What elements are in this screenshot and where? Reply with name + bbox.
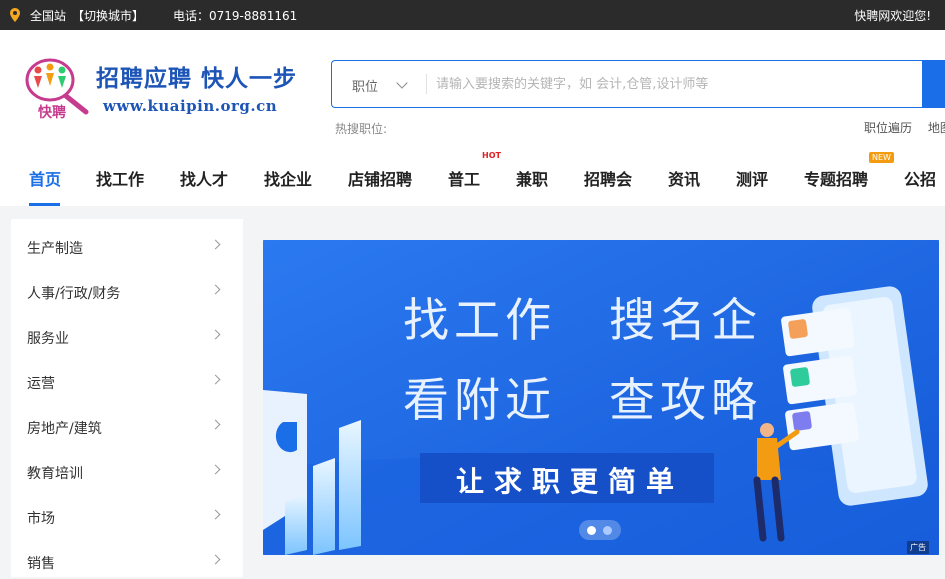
nav-active-indicator — [29, 203, 60, 206]
logo[interactable]: 快聘 — [24, 56, 90, 124]
brand-name: 招聘应聘 快人一步 — [96, 66, 298, 92]
category-label: 销售 — [27, 556, 55, 572]
chevron-right-icon — [210, 464, 221, 475]
main-nav: 首页 找工作 找人才 找企业 店铺招聘 普工 HOT 兼职 招聘会 资讯 测评 … — [0, 151, 945, 206]
nav-special-recruit[interactable]: 专题招聘 — [804, 166, 868, 190]
category-label: 市场 — [27, 511, 55, 527]
category-label: 生产制造 — [27, 241, 83, 257]
ad-label: 广告 — [907, 541, 929, 554]
category-item[interactable]: 销售 — [11, 534, 243, 579]
nav-public-recruit[interactable]: 公招 — [904, 166, 936, 190]
banner-line-guide: 查攻略 — [609, 373, 762, 427]
banner-line-find-job: 找工作 — [403, 293, 556, 347]
search-button[interactable] — [922, 60, 945, 108]
hot-search-label: 热搜职位: — [335, 122, 388, 136]
nav-store-recruit[interactable]: 店铺招聘 — [348, 166, 412, 190]
nav-part-time[interactable]: 兼职 — [516, 166, 548, 190]
carousel-dot-active[interactable] — [587, 526, 596, 535]
category-label: 房地产/建筑 — [27, 421, 102, 437]
brand-url: www.kuaipin.org.cn — [103, 97, 278, 115]
hot-badge: HOT — [482, 151, 501, 160]
phone-number: 电话：0719-8881161 — [173, 9, 298, 23]
category-sidebar: 生产制造 人事/行政/财务 服务业 运营 房地产/建筑 教育培训 市场 销售 — [11, 219, 243, 577]
category-label: 人事/行政/财务 — [27, 286, 121, 302]
location-pin-icon — [10, 8, 20, 22]
welcome-text: 快聘网欢迎您! — [854, 9, 931, 23]
nav-find-talent[interactable]: 找人才 — [180, 166, 228, 190]
nav-assessment[interactable]: 测评 — [736, 166, 768, 190]
category-item[interactable]: 市场 — [11, 489, 243, 534]
category-label: 服务业 — [27, 331, 69, 347]
category-item[interactable]: 房地产/建筑 — [11, 399, 243, 444]
banner-slogan: 让求职更简单 — [456, 465, 685, 498]
nav-general-worker[interactable]: 普工 — [448, 166, 480, 190]
category-label: 运营 — [27, 376, 55, 392]
switch-city-link[interactable]: 【切换城市】 — [72, 7, 144, 24]
search-type-select[interactable]: 职位 — [352, 76, 378, 95]
chevron-right-icon — [210, 554, 221, 565]
chevron-down-icon[interactable] — [396, 77, 408, 89]
banner-line-nearby: 看附近 — [403, 373, 556, 427]
nav-home[interactable]: 首页 — [29, 166, 61, 190]
banner-illustration — [263, 240, 939, 555]
new-badge: NEW — [869, 152, 894, 163]
category-item[interactable]: 服务业 — [11, 309, 243, 354]
current-site: 全国站 — [30, 9, 67, 23]
quick-link-job-list[interactable]: 职位遍历 — [864, 121, 912, 135]
search-input[interactable] — [436, 70, 906, 98]
category-item[interactable]: 人事/行政/财务 — [11, 264, 243, 309]
quick-links: 职位遍历 地图 — [864, 119, 945, 136]
chevron-right-icon — [210, 509, 221, 520]
chevron-right-icon — [210, 239, 221, 250]
chevron-right-icon — [210, 374, 221, 385]
carousel-dots — [579, 520, 621, 540]
hero-banner[interactable]: 找工作 搜名企 看附近 查攻略 让求职更简单 广告 — [263, 240, 939, 555]
banner-line-search-company: 搜名企 — [609, 293, 762, 347]
category-label: 教育培训 — [27, 466, 83, 482]
chevron-right-icon — [210, 284, 221, 295]
nav-find-company[interactable]: 找企业 — [264, 166, 312, 190]
nav-news[interactable]: 资讯 — [668, 166, 700, 190]
top-bar: 全国站 【切换城市】 电话：0719-8881161 快聘网欢迎您! — [0, 0, 945, 30]
category-item[interactable]: 运营 — [11, 354, 243, 399]
quick-link-map[interactable]: 地图 — [928, 121, 945, 135]
search-box: 职位 — [331, 60, 945, 108]
header: 快聘 招聘应聘 快人一步 www.kuaipin.org.cn 职位 热搜职位:… — [0, 30, 945, 206]
search-divider — [426, 74, 427, 94]
chevron-right-icon — [210, 329, 221, 340]
nav-job-fair[interactable]: 招聘会 — [584, 166, 632, 190]
category-item[interactable]: 生产制造 — [11, 219, 243, 264]
carousel-dot[interactable] — [603, 526, 612, 535]
chevron-right-icon — [210, 419, 221, 430]
nav-find-job[interactable]: 找工作 — [96, 166, 144, 190]
category-item[interactable]: 教育培训 — [11, 444, 243, 489]
logo-text: 快聘 — [38, 105, 66, 121]
